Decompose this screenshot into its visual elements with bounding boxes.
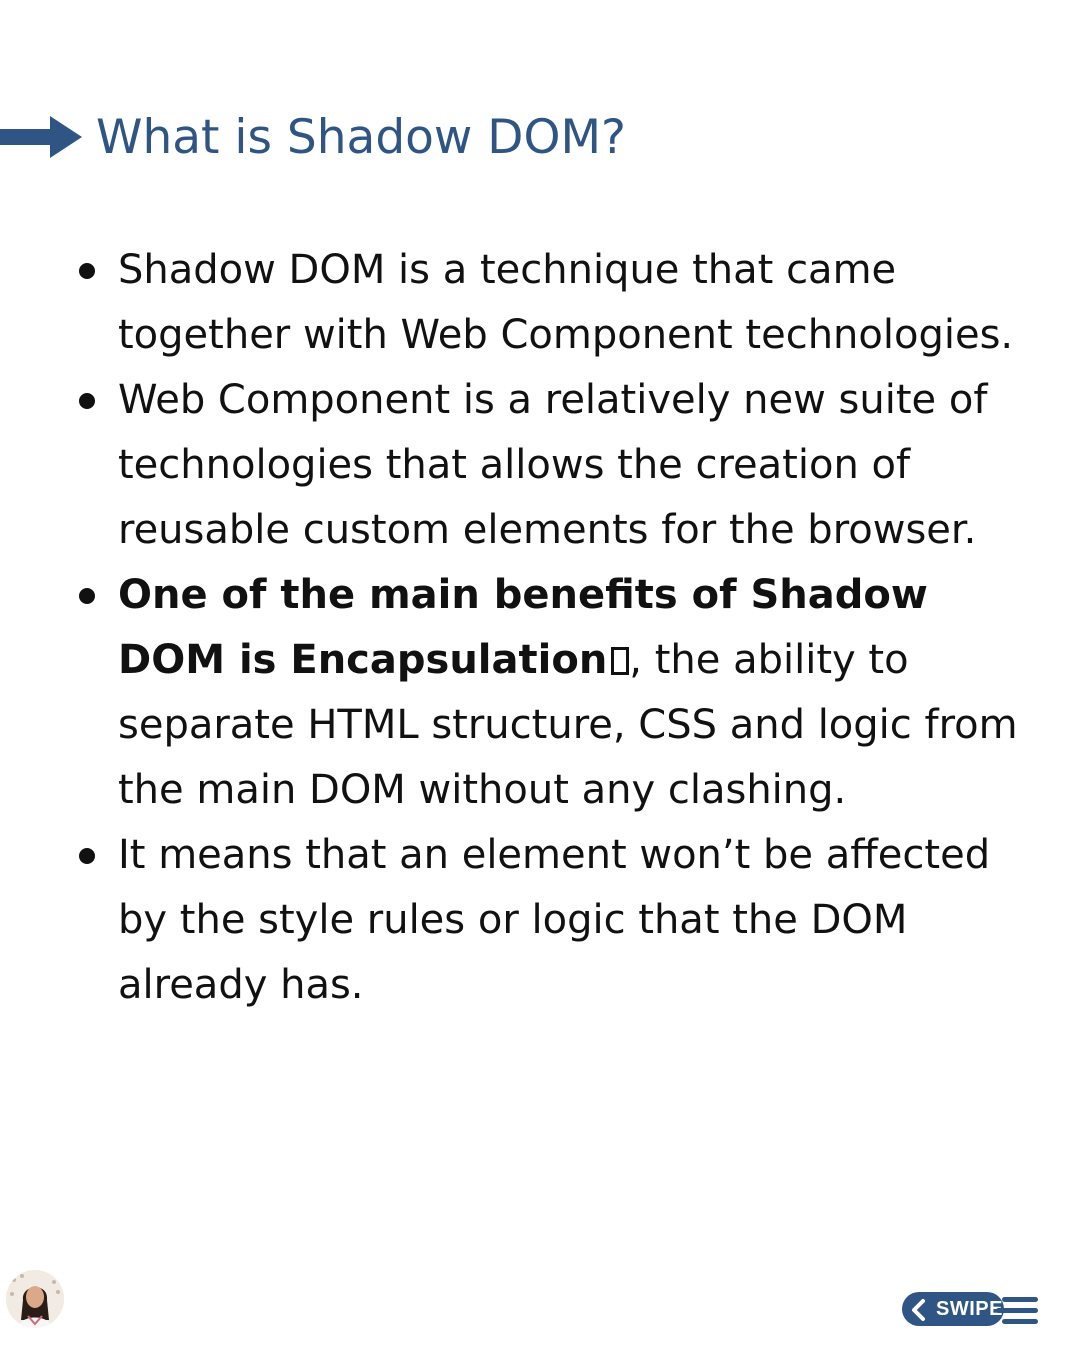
- arrow-right-icon: [0, 116, 82, 158]
- bullet-item: It means that an element won’t be affect…: [0, 823, 1030, 1018]
- chevron-left-icon: [912, 1299, 925, 1321]
- page-title: What is Shadow DOM?: [96, 110, 626, 165]
- bullet-item: Web Component is a relatively new suite …: [0, 368, 1030, 563]
- bullet-dot: [79, 588, 95, 604]
- author-avatar: [6, 1270, 64, 1328]
- swipe-pill: SWIPE: [902, 1292, 1004, 1326]
- missing-glyph-icon: [611, 647, 630, 675]
- bullet-dot: [79, 393, 95, 409]
- bullet-dot: [79, 263, 95, 279]
- bullet-dot: [79, 848, 95, 864]
- person-icon: [6, 1270, 64, 1328]
- bullet-item: Shadow DOM is a technique that came toge…: [0, 238, 1030, 368]
- speed-lines-icon: [996, 1297, 1038, 1324]
- bullet-text-rich: One of the main benefits of Shadow DOM i…: [118, 572, 1018, 813]
- bullet-item: One of the main benefits of Shadow DOM i…: [0, 563, 1030, 823]
- swipe-label: SWIPE: [936, 1298, 1003, 1320]
- title-row: What is Shadow DOM?: [0, 108, 1080, 168]
- swipe-badge[interactable]: SWIPE: [900, 1290, 1044, 1330]
- bullet-text: Shadow DOM is a technique that came toge…: [118, 247, 1014, 358]
- bullet-list: Shadow DOM is a technique that came toge…: [0, 238, 1080, 1018]
- bullet-text: It means that an element won’t be affect…: [118, 832, 991, 1008]
- bullet-text: Web Component is a relatively new suite …: [118, 377, 988, 553]
